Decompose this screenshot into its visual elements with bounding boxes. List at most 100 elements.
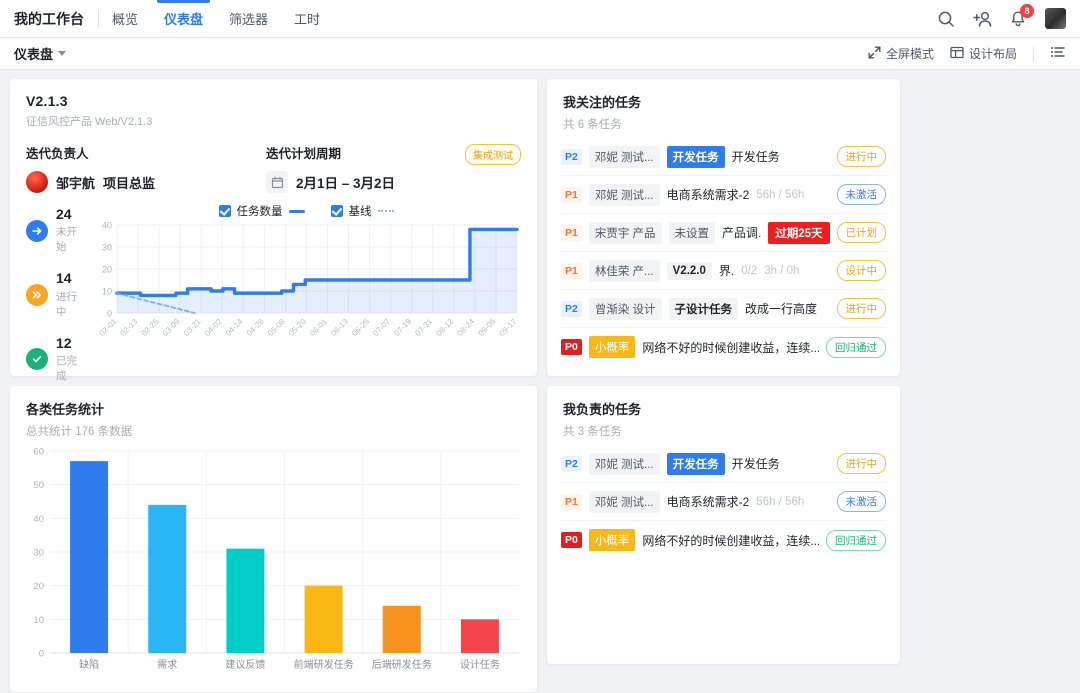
svg-text:50: 50	[33, 480, 44, 491]
task-title[interactable]: 开发任务	[732, 455, 780, 472]
nav-tab-overview[interactable]: 概览	[99, 0, 151, 37]
task-tag-chip: 小概率	[588, 336, 636, 358]
design-layout-label: 设计布局	[968, 47, 1017, 61]
legend-line-solid-icon	[288, 209, 305, 213]
nav-tab-filters[interactable]: 筛选器	[216, 0, 281, 37]
task-priority-badge: P2	[561, 300, 582, 317]
owner-avatar	[26, 171, 48, 193]
nav-tab-dashboard[interactable]: 仪表盘	[151, 0, 216, 37]
svg-text:0: 0	[39, 649, 44, 660]
task-status-badge: 设计中	[836, 260, 886, 281]
owned-card-title: 我负责的任务	[563, 402, 642, 417]
task-assignee-chip[interactable]: 邓妮 测试...	[588, 183, 660, 206]
iteration-cycle-value[interactable]: 2月1日 – 3月2日	[266, 171, 506, 193]
legend-item-task-count[interactable]: 任务数量	[218, 203, 305, 219]
task-row[interactable]: P2 邓妮 测试... 开发任务 开发任务 进行中	[561, 138, 886, 176]
task-title[interactable]: 网络不好的时候创建收益，连续...	[642, 532, 819, 549]
list-view-button[interactable]	[1050, 45, 1066, 62]
task-title[interactable]: 开发任务	[732, 148, 780, 165]
legend-checkbox-task-count[interactable]	[218, 205, 231, 217]
line-chart-legend: 任务数量 基线	[91, 203, 521, 219]
task-title[interactable]: 电商系统需求-2	[667, 493, 750, 510]
task-title[interactable]: 电商系统需求-2	[667, 186, 750, 203]
task-priority-badge: P1	[561, 186, 582, 203]
fullscreen-icon	[868, 45, 881, 62]
design-layout-button[interactable]: 设计布局	[950, 45, 1017, 62]
task-row[interactable]: P2 邓妮 测试... 开发任务 开发任务 进行中	[561, 445, 886, 483]
task-row[interactable]: P0 小概率 网络不好的时候创建收益，连续... 回归通过	[561, 521, 886, 559]
task-priority-badge: P0	[561, 339, 582, 355]
watched-task-list: P2 邓妮 测试... 开发任务 开发任务 进行中 P1 邓妮 测试... 电商系统需求-2 5…	[547, 132, 900, 376]
svg-text:03-09: 03-09	[161, 317, 182, 338]
iteration-fields: 迭代负责人 邹宇航 项目总监 迭代计划周期 2月1日 – 3月2日	[26, 143, 521, 193]
svg-text:07-31: 07-31	[413, 317, 434, 338]
svg-text:40: 40	[102, 221, 112, 231]
svg-text:08-12: 08-12	[434, 317, 455, 338]
iteration-owner-value[interactable]: 邹宇航 项目总监	[26, 171, 266, 193]
line-chart-svg: 01020304002-01 02-13 02-25 03-09 03-21 04-02 0…	[98, 221, 519, 338]
task-row[interactable]: P2 曾渐染 设计 子设计任务 改成一行高度 进行中	[561, 290, 886, 328]
svg-text:04-02: 04-02	[203, 317, 224, 338]
list-view-icon	[1050, 45, 1066, 62]
toolbar-divider	[1033, 46, 1034, 61]
counter-completed[interactable]: 12 已完成	[26, 334, 87, 383]
task-row[interactable]: P0 小概率 网络不好的时候创建收益，连续... 回归通过	[561, 328, 886, 366]
svg-text:06-25: 06-25	[350, 317, 371, 338]
svg-text:05-20: 05-20	[287, 317, 308, 338]
cycle-date-range: 2月1日 – 3月2日	[296, 176, 396, 191]
task-assignee-chip[interactable]: 曾渐染 设计	[588, 297, 662, 320]
task-priority-badge: P1	[561, 224, 582, 241]
add-user-icon[interactable]	[973, 10, 992, 28]
task-type-stats-card: 各类任务统计 总共统计 176 条数据 0 10 20 30 40 50 60 缺陷 需求 建议反…	[10, 386, 537, 692]
counter-in-progress-label: 进行中	[56, 290, 77, 318]
dashboard-sub-toolbar: 仪表盘 全屏模式 设计布局	[0, 38, 1080, 70]
svg-text:30: 30	[102, 243, 112, 253]
svg-text:10: 10	[102, 287, 112, 297]
task-row[interactable]: P1 宋贾宇 产品未设置产品调... 过期25天已计划	[561, 214, 886, 252]
task-title[interactable]: 产品调...	[722, 224, 761, 241]
svg-text:02-01: 02-01	[98, 317, 119, 338]
task-row[interactable]: P1 邓妮 测试... 电商系统需求-2 56h / 56h 未激活	[561, 483, 886, 521]
counter-completed-value: 12	[56, 334, 72, 351]
fullscreen-label: 全屏模式	[885, 47, 934, 61]
svg-text:06-01: 06-01	[308, 317, 329, 338]
svg-text:前端研发任务: 前端研发任务	[294, 658, 354, 671]
task-row[interactable]: P1 林佳荣 产... V2.2.0 界. 0/2 3h / 0h 设计中	[561, 252, 886, 290]
legend-label-baseline: 基线	[348, 206, 372, 218]
task-title[interactable]: 网络不好的时候创建收益，连续...	[642, 339, 819, 356]
top-navigation-bar: 我的工作台 概览 仪表盘 筛选器 工时 8	[0, 0, 1080, 38]
task-progress-text: 56h / 56h	[756, 188, 805, 201]
svg-text:08-24: 08-24	[455, 317, 476, 338]
iteration-chart-zone: 24 未开始 14 进行中 12 已完成 任务数量 基线 0 10 20 30 …	[26, 203, 521, 400]
svg-text:09-05: 09-05	[477, 317, 498, 338]
dashboard-selector[interactable]: 仪表盘	[14, 44, 67, 63]
task-title[interactable]: 界.	[719, 262, 734, 279]
search-icon[interactable]	[937, 10, 955, 28]
legend-checkbox-baseline[interactable]	[330, 205, 343, 217]
svg-text:设计任务: 设计任务	[460, 658, 500, 671]
svg-text:03-21: 03-21	[182, 317, 203, 338]
task-assignee-chip[interactable]: 林佳荣 产...	[588, 259, 660, 282]
task-status-badge: 进行中	[836, 298, 886, 319]
nav-tab-worklog[interactable]: 工时	[281, 0, 333, 37]
svg-text:缺陷: 缺陷	[79, 658, 99, 671]
task-priority-badge: P2	[561, 148, 582, 165]
watched-card-header: 我关注的任务 共 6 条任务	[547, 79, 900, 132]
counter-in-progress[interactable]: 14 进行中	[26, 270, 87, 318]
task-assignee-chip[interactable]: 邓妮 测试...	[588, 490, 660, 513]
bell-icon[interactable]: 8	[1009, 3, 1034, 28]
legend-item-baseline[interactable]: 基线	[330, 203, 394, 219]
fullscreen-button[interactable]: 全屏模式	[868, 45, 934, 62]
task-assignee-chip[interactable]: 邓妮 测试...	[588, 452, 660, 475]
task-priority-badge: P1	[561, 262, 582, 279]
counter-not-started[interactable]: 24 未开始	[26, 206, 87, 254]
counter-not-started-value: 24	[56, 206, 72, 222]
svg-text:02-13: 02-13	[119, 317, 140, 338]
task-assignee-chip[interactable]: 宋贾宇 产品	[588, 221, 662, 244]
task-assignee-chip[interactable]: 邓妮 测试...	[588, 145, 660, 168]
task-title[interactable]: 改成一行高度	[745, 300, 817, 317]
task-progress-text: 0/2	[741, 264, 758, 277]
user-avatar[interactable]	[1045, 8, 1066, 29]
svg-text:40: 40	[33, 514, 44, 525]
task-row[interactable]: P1 邓妮 测试... 电商系统需求-2 56h / 56h 未激活	[561, 176, 886, 214]
